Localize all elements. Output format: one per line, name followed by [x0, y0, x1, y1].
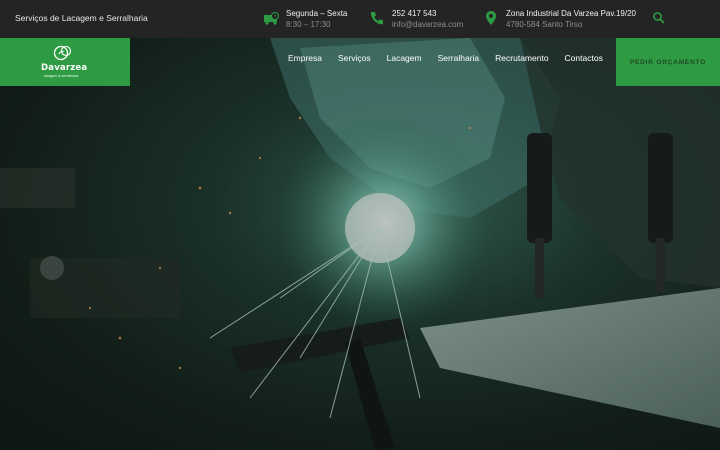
- truck-clock-icon: [264, 12, 279, 25]
- nav-item-empresa[interactable]: Empresa: [288, 53, 322, 63]
- hero-background-image: [0, 38, 720, 450]
- nav-item-recrutamento[interactable]: Recrutamento: [495, 53, 548, 63]
- address-block: Zona Industrial Da Varzea Pav.19/20 4780…: [483, 8, 636, 30]
- request-quote-button[interactable]: PEDIR ORÇAMENTO: [616, 38, 720, 86]
- email-address[interactable]: info@davarzea.com: [392, 19, 463, 30]
- hours-time: 8:30 – 17:30: [286, 20, 331, 29]
- location-pin-icon: [486, 11, 496, 25]
- search-icon[interactable]: [652, 11, 666, 25]
- welding-scene-illustration: [0, 38, 720, 450]
- contact-block: 252 417 543 info@davarzea.com: [369, 8, 463, 30]
- phone-icon: [370, 12, 383, 25]
- logo-subtitle: lacagem & serralharia: [44, 74, 79, 78]
- nav-item-contactos[interactable]: Contactos: [565, 53, 603, 63]
- logo-mark-icon: [53, 45, 72, 61]
- business-hours-block: Segunda – Sexta 8:30 – 17:30: [263, 8, 347, 30]
- phone-number[interactable]: 252 417 543: [392, 8, 463, 19]
- address-city: 4780-584 Santo Tirso: [506, 20, 583, 29]
- hours-days: Segunda – Sexta: [286, 9, 348, 18]
- site-tagline: Serviços de Lacagem e Serralharia: [15, 13, 148, 23]
- nav-item-serralharia[interactable]: Serralharia: [438, 53, 480, 63]
- nav-item-lacagem[interactable]: Lacagem: [387, 53, 422, 63]
- main-navigation: Davarzea lacagem & serralharia Empresa S…: [0, 38, 720, 86]
- logo-brand-text: Davarzea: [41, 63, 88, 73]
- nav-menu: Empresa Serviços Lacagem Serralharia Rec…: [288, 53, 619, 63]
- top-info-bar: Serviços de Lacagem e Serralharia Segund…: [0, 0, 720, 38]
- site-logo[interactable]: Davarzea lacagem & serralharia: [0, 38, 130, 86]
- nav-item-servicos[interactable]: Serviços: [338, 53, 371, 63]
- address-street: Zona Industrial Da Varzea Pav.19/20: [506, 9, 636, 18]
